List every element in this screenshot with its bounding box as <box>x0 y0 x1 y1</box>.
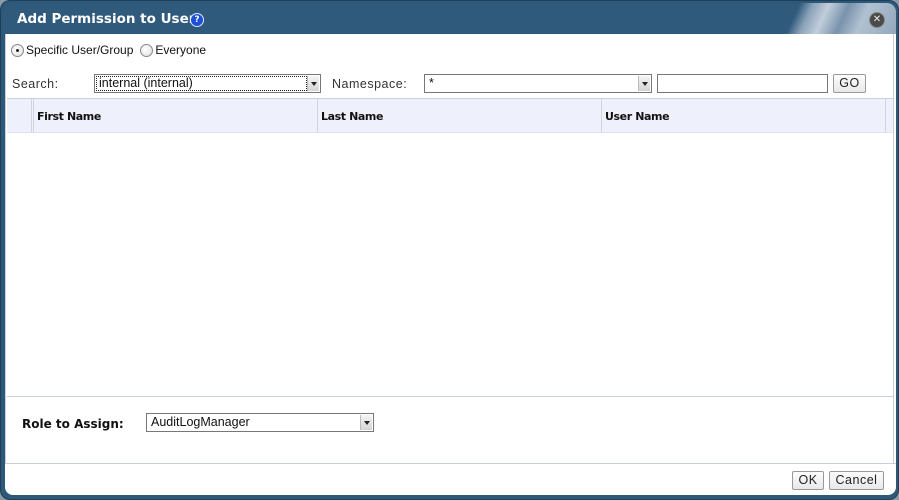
search-domain-value: internal (internal) <box>99 76 193 90</box>
table-body <box>7 133 893 396</box>
role-section: Role to Assign: AuditLogManager <box>5 397 896 464</box>
radio-label-specific-user-group[interactable]: Specific User/Group <box>26 43 133 57</box>
dialog-titlebar[interactable]: Add Permission to User ? ✕ <box>3 3 896 34</box>
dialog-title: Add Permission to User <box>17 11 196 27</box>
select-column-divider <box>31 99 32 133</box>
search-domain-select[interactable]: internal (internal) <box>94 74 321 93</box>
column-last-name[interactable]: Last Name <box>317 99 601 133</box>
role-value: AuditLogManager <box>151 415 250 429</box>
radio-everyone[interactable] <box>140 43 154 57</box>
help-icon[interactable]: ? <box>190 13 204 27</box>
radio-specific-user-group[interactable] <box>11 43 24 57</box>
chevron-down-icon[interactable] <box>638 76 650 91</box>
chevron-down-icon[interactable] <box>360 415 372 430</box>
namespace-value: * <box>429 76 434 90</box>
close-icon[interactable]: ✕ <box>870 13 884 27</box>
table-header: First Name Last Name User Name <box>7 99 893 133</box>
namespace-label: Namespace: <box>332 77 408 91</box>
search-query-input[interactable] <box>657 74 828 93</box>
search-label: Search: <box>12 77 59 91</box>
column-header-first-name: First Name <box>37 110 101 123</box>
scope-radio-group: Specific User/Group Everyone <box>11 41 213 59</box>
add-permission-dialog: Add Permission to User ? ✕ Specific User… <box>0 0 899 500</box>
role-select[interactable]: AuditLogManager <box>146 413 374 432</box>
column-user-name[interactable]: User Name <box>601 99 885 133</box>
ok-button[interactable]: OK <box>792 471 824 490</box>
users-table: First Name Last Name User Name <box>7 98 893 397</box>
cancel-button[interactable]: Cancel <box>829 471 884 490</box>
radio-label-everyone[interactable]: Everyone <box>155 43 206 57</box>
namespace-select[interactable]: * <box>424 74 652 93</box>
column-first-name[interactable]: First Name <box>33 99 317 133</box>
go-button[interactable]: GO <box>833 74 866 93</box>
dialog-footer: OK Cancel <box>5 464 896 495</box>
chevron-down-icon[interactable] <box>307 76 319 91</box>
role-label: Role to Assign: <box>22 417 124 431</box>
scrollbar-column <box>885 99 893 133</box>
dialog-body: Specific User/Group Everyone Search: int… <box>5 34 896 464</box>
column-header-last-name: Last Name <box>321 110 384 123</box>
column-header-user-name: User Name <box>605 110 670 123</box>
